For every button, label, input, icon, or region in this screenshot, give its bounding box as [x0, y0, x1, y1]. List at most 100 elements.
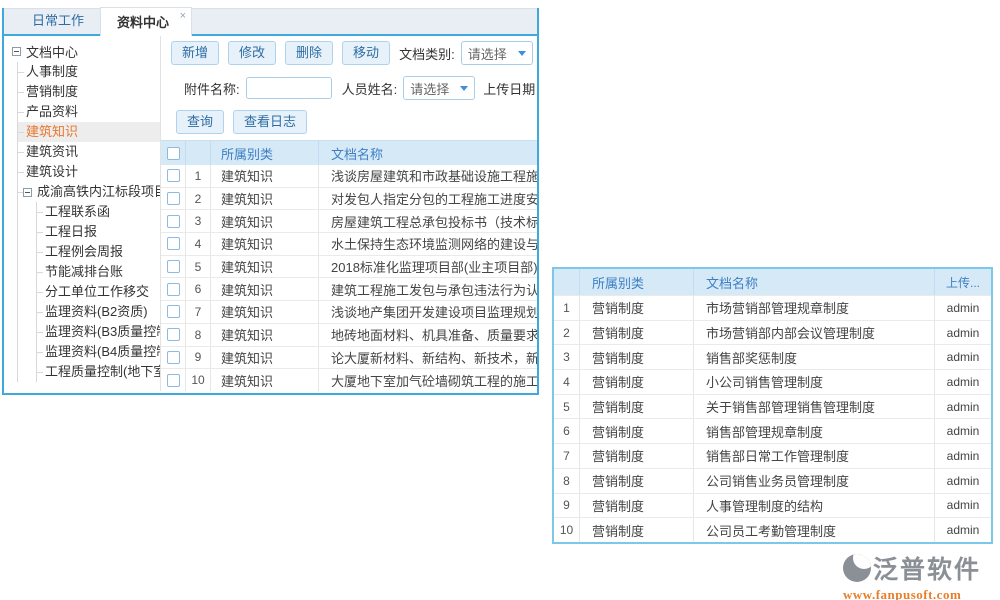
tree-item[interactable]: 工程日报	[37, 222, 160, 242]
view-log-button[interactable]: 查看日志	[233, 110, 307, 134]
modify-button[interactable]: 修改	[228, 41, 276, 65]
row-doc-name: 房屋建筑工程总承包投标书（技术标）...	[319, 210, 537, 232]
tree-node-document-center[interactable]: 文档中心	[4, 40, 160, 62]
query-button[interactable]: 查询	[176, 110, 224, 134]
row-index: 9	[554, 494, 580, 518]
row-index: 6	[554, 419, 580, 443]
table-row[interactable]: 10 建筑知识 大厦地下室加气砼墙砌筑工程的施工方...	[161, 369, 537, 391]
row-checkbox[interactable]	[167, 192, 180, 205]
table-header-row: 所属别类 文档名称 上传...	[554, 269, 991, 295]
row-checkbox[interactable]	[167, 328, 180, 341]
row-doc-name: 公司员工考勤管理制度	[694, 518, 935, 542]
table-row[interactable]: 9 建筑知识 论大厦新材料、新结构、新技术，新工...	[161, 347, 537, 370]
table-row[interactable]: 10 营销制度 公司员工考勤管理制度 admin	[554, 517, 991, 542]
table-row[interactable]: 5 建筑知识 2018标准化监理项目部(业主项目部)人员...	[161, 256, 537, 279]
table-row[interactable]: 1 建筑知识 浅谈房屋建筑和市政基础设施工程施工...	[161, 165, 537, 188]
row-index: 5	[186, 256, 211, 278]
collapse-icon[interactable]	[23, 188, 32, 197]
docname-column-header: 文档名称	[319, 141, 537, 165]
row-category: 营销制度	[580, 296, 694, 320]
delete-button[interactable]: 删除	[285, 41, 333, 65]
row-category: 营销制度	[580, 395, 694, 419]
toolbar-row: 新增 修改 删除 移动 文档类别: 请选择 文档	[171, 40, 537, 66]
row-checkbox[interactable]	[167, 351, 180, 364]
row-index: 2	[186, 188, 211, 210]
person-name-select[interactable]: 请选择	[403, 76, 475, 100]
table-row[interactable]: 2 营销制度 市场营销部内部会议管理制度 admin	[554, 320, 991, 345]
tree-item-label: 人事制度	[26, 64, 78, 79]
tree-item[interactable]: 监理资料(B4质量控制)	[37, 342, 160, 362]
table-row[interactable]: 6 建筑知识 建筑工程施工发包与承包违法行为认定...	[161, 278, 537, 301]
row-index: 10	[186, 369, 211, 391]
table-row[interactable]: 7 建筑知识 浅谈地产集团开发建设项目监理规划编...	[161, 301, 537, 324]
row-doc-name: 对发包人指定分包的工程施工进度安排...	[319, 188, 537, 210]
tree-item[interactable]: 监理资料(B3质量控制)	[37, 322, 160, 342]
tree-item[interactable]: 分工单位工作移交	[37, 282, 160, 302]
row-checkbox[interactable]	[167, 237, 180, 250]
table-row[interactable]: 9 营销制度 人事管理制度的结构 admin	[554, 493, 991, 518]
row-checkbox[interactable]	[167, 169, 180, 182]
table-row[interactable]: 1 营销制度 市场营销部管理规章制度 admin	[554, 295, 991, 320]
doc-type-select[interactable]: 请选择	[461, 41, 533, 65]
tree-item[interactable]: 人事制度	[18, 62, 160, 82]
row-category: 建筑知识	[211, 324, 319, 346]
row-checkbox[interactable]	[167, 305, 180, 318]
tree-item[interactable]: 建筑设计	[18, 162, 160, 182]
row-index: 4	[554, 370, 580, 394]
tree-item[interactable]: 建筑资讯	[18, 142, 160, 162]
fanpu-logo-url: www.fanpusoft.com	[843, 587, 995, 600]
table-row[interactable]: 2 建筑知识 对发包人指定分包的工程施工进度安排...	[161, 188, 537, 211]
tree-item[interactable]: 节能减排台账	[37, 262, 160, 282]
row-category: 建筑知识	[211, 301, 319, 323]
row-checkbox[interactable]	[167, 215, 180, 228]
document-center-window: 日常工作 资料中心 × 文档中心 人事制度营销制度产品资料建筑知识建筑资讯建筑设…	[2, 8, 539, 395]
select-all-checkbox[interactable]	[167, 147, 180, 160]
table-row[interactable]: 5 营销制度 关于销售部管理销售管理制度 admin	[554, 394, 991, 419]
table-row[interactable]: 3 建筑知识 房屋建筑工程总承包投标书（技术标）...	[161, 210, 537, 233]
table-row[interactable]: 8 营销制度 公司销售业务员管理制度 admin	[554, 468, 991, 493]
tree-item-label: 工程联系函	[45, 204, 110, 219]
row-index: 10	[554, 518, 580, 542]
row-checkbox[interactable]	[167, 374, 180, 387]
tree-item[interactable]: 工程质量控制(地下室)	[37, 362, 160, 382]
tree-item[interactable]: 营销制度	[18, 82, 160, 102]
tree-item[interactable]: 工程例会周报	[37, 242, 160, 262]
collapse-icon[interactable]	[12, 47, 21, 56]
row-checkbox[interactable]	[167, 283, 180, 296]
row-doc-name: 销售部日常工作管理制度	[694, 444, 935, 468]
table-row[interactable]: 8 建筑知识 地砖地面材料、机具准备、质量要求及...	[161, 324, 537, 347]
row-doc-name: 水土保持生态环境监测网络的建设与资...	[319, 233, 537, 255]
row-checkbox[interactable]	[167, 260, 180, 273]
tree-item[interactable]: 建筑知识	[18, 122, 160, 142]
row-uploader: admin	[935, 321, 991, 345]
close-tab-icon[interactable]: ×	[180, 11, 186, 22]
tab-data-center[interactable]: 资料中心 ×	[100, 7, 192, 36]
person-name-value: 请选择	[410, 79, 449, 98]
table-row[interactable]: 4 营销制度 小公司销售管理制度 admin	[554, 369, 991, 394]
row-uploader: admin	[935, 494, 991, 518]
table-row[interactable]: 7 营销制度 销售部日常工作管理制度 admin	[554, 443, 991, 468]
row-category: 建筑知识	[211, 369, 319, 391]
table-row[interactable]: 6 营销制度 销售部管理规章制度 admin	[554, 418, 991, 443]
row-uploader: admin	[935, 518, 991, 542]
row-doc-name: 2018标准化监理项目部(业主项目部)人员...	[319, 256, 537, 278]
attachment-name-input[interactable]	[246, 77, 332, 99]
table-row[interactable]: 4 建筑知识 水土保持生态环境监测网络的建设与资...	[161, 233, 537, 256]
tab-daily-work[interactable]: 日常工作	[16, 7, 100, 34]
move-button[interactable]: 移动	[342, 41, 390, 65]
row-doc-name: 大厦地下室加气砼墙砌筑工程的施工方...	[319, 369, 537, 391]
row-doc-name: 地砖地面材料、机具准备、质量要求及...	[319, 324, 537, 346]
tree-item[interactable]: 产品资料	[18, 102, 160, 122]
row-category: 营销制度	[580, 370, 694, 394]
documents-table: 所属别类 文档名称 1 建筑知识 浅谈房屋建筑和市政基础设施工程施工... 2 …	[161, 140, 537, 391]
tree-item-project[interactable]: 成渝高铁内江标段项目	[18, 182, 160, 202]
row-category: 建筑知识	[211, 347, 319, 369]
tree-item-label: 建筑资讯	[26, 144, 78, 159]
tree-item[interactable]: 工程联系函	[37, 202, 160, 222]
table-row[interactable]: 3 营销制度 销售部奖惩制度 admin	[554, 344, 991, 369]
row-doc-name: 关于销售部管理销售管理制度	[694, 395, 935, 419]
tree-item[interactable]: 监理资料(B2资质)	[37, 302, 160, 322]
tree-item-label: 建筑设计	[26, 164, 78, 179]
row-category: 建筑知识	[211, 233, 319, 255]
add-button[interactable]: 新增	[171, 41, 219, 65]
